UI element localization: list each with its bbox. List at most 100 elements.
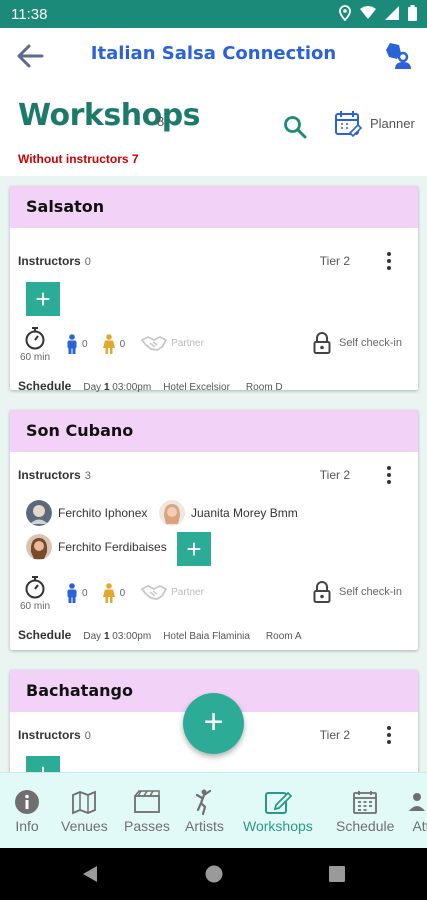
tier-label: Tier 2 xyxy=(319,728,350,742)
page-title: Workshops xyxy=(18,98,201,133)
instructors-label: Instructors xyxy=(18,254,81,268)
info-icon xyxy=(15,790,39,814)
tier-label: Tier 2 xyxy=(319,254,350,268)
nav-item-schedule[interactable]: Schedule xyxy=(336,789,394,834)
schedule-time: 03:00pm xyxy=(112,382,152,393)
signal-icon xyxy=(385,6,399,20)
self-checkin[interactable]: Self check-in xyxy=(313,581,402,603)
search-icon[interactable] xyxy=(282,114,308,140)
workshop-name: Salsaton xyxy=(10,186,418,228)
room-name: Room A xyxy=(265,631,302,642)
female-count: 0 xyxy=(119,587,126,599)
hotel-name: Hotel Baia Flaminia xyxy=(163,631,250,642)
day-number: 1 xyxy=(103,382,110,393)
schedule-row: Schedule Day 1 03:00pm Hotel Excelsior R… xyxy=(18,379,283,393)
bottom-navigation: Info Venues Passes Artists Workshops Sch… xyxy=(0,772,427,848)
more-options-icon[interactable] xyxy=(384,250,394,272)
day-prefix: Day xyxy=(83,631,102,642)
wifi-icon xyxy=(360,6,376,19)
nav-item-workshops[interactable]: Workshops xyxy=(243,789,313,834)
system-navigation-bar xyxy=(0,848,427,900)
add-instructor-button[interactable]: + xyxy=(26,282,60,316)
system-back-icon[interactable] xyxy=(82,865,98,883)
map-icon xyxy=(72,790,97,815)
female-icon xyxy=(102,334,115,354)
nav-item-venues[interactable]: Venues xyxy=(61,789,108,834)
nav-item-attendees[interactable]: Att xyxy=(408,789,427,834)
nav-item-artists[interactable]: Artists xyxy=(185,789,224,834)
nav-item-passes[interactable]: Passes xyxy=(124,789,170,834)
male-count: 0 xyxy=(82,338,88,350)
lock-icon xyxy=(313,332,331,354)
female-count: 0 xyxy=(119,338,126,350)
app-title: Italian Salsa Connection xyxy=(90,43,337,64)
schedule-time: 03:00pm xyxy=(112,631,152,642)
room-name: Room D xyxy=(245,382,283,393)
instructor-name: Juanita Morey Bmm xyxy=(191,506,298,520)
edit-icon xyxy=(264,791,292,814)
partner-label: Partner xyxy=(171,586,204,598)
status-time: 11:38 xyxy=(11,6,48,23)
instructor-chip[interactable]: Juanita Morey Bmm xyxy=(159,500,298,526)
hotel-name: Hotel Excelsior xyxy=(163,382,230,393)
tier-label: Tier 2 xyxy=(319,468,350,482)
nav-label: Att xyxy=(412,818,427,834)
planner-button[interactable]: Planner xyxy=(333,108,415,138)
ticket-icon xyxy=(134,790,160,813)
nav-label: Info xyxy=(15,818,39,834)
app-bar: Italian Salsa Connection xyxy=(0,28,427,84)
status-bar: 11:38 xyxy=(0,0,427,28)
instructor-name: Ferchito Iphonex xyxy=(58,506,148,520)
nav-label: Schedule xyxy=(336,818,395,834)
female-icon xyxy=(102,583,115,603)
stopwatch-icon xyxy=(25,327,45,350)
handshake-icon xyxy=(141,584,168,600)
instructors-count: 0 xyxy=(84,256,91,268)
workshop-list[interactable]: Salsaton Instructors 0 Tier 2 + 60 min 0 … xyxy=(0,176,427,772)
without-instructors-alert: Without instructors 7 xyxy=(18,152,139,166)
instructors-count: 3 xyxy=(84,470,91,482)
nav-label: Passes xyxy=(124,818,170,834)
instructors-label: Instructors xyxy=(18,468,81,482)
nav-label: Artists xyxy=(185,818,224,834)
workshop-stats: 60 min 0 0 Partner xyxy=(18,326,204,363)
planner-label: Planner xyxy=(370,115,415,131)
avatar xyxy=(26,534,52,560)
duration-label: 60 min xyxy=(19,352,50,363)
schedule-row: Schedule Day 1 03:00pm Hotel Baia Flamin… xyxy=(18,628,302,642)
stopwatch-icon xyxy=(25,576,45,599)
more-options-icon[interactable] xyxy=(384,724,394,746)
day-number: 1 xyxy=(103,631,110,642)
instructor-name: Ferchito Ferdibaises xyxy=(58,540,167,554)
nav-item-info[interactable]: Info xyxy=(14,789,40,834)
self-checkin-label: Self check-in xyxy=(339,337,402,349)
handshake-icon xyxy=(141,335,168,351)
more-options-icon[interactable] xyxy=(384,464,394,486)
instructors-row: Instructors 3 xyxy=(18,468,91,482)
instructors-row: Instructors 0 xyxy=(18,728,91,742)
planner-calendar-icon xyxy=(335,111,363,138)
lock-icon xyxy=(313,581,331,603)
male-count: 0 xyxy=(82,587,88,599)
duration-label: 60 min xyxy=(19,601,50,612)
add-instructor-button[interactable]: + xyxy=(177,532,211,566)
instructor-chip[interactable]: Ferchito Ferdibaises xyxy=(26,534,167,560)
system-recents-icon[interactable] xyxy=(329,866,345,882)
people-icon xyxy=(409,793,425,811)
workshop-card[interactable]: Salsaton Instructors 0 Tier 2 + 60 min 0 … xyxy=(10,186,418,393)
workshop-name: Son Cubano xyxy=(10,410,418,452)
system-home-icon[interactable] xyxy=(205,865,223,883)
day-prefix: Day xyxy=(83,382,102,393)
workshop-card[interactable]: Son Cubano Instructors 3 Tier 2 Ferchito … xyxy=(10,410,418,650)
nav-label: Workshops xyxy=(243,818,313,834)
schedule-label: Schedule xyxy=(18,628,72,642)
add-instructor-button[interactable]: + xyxy=(26,756,60,772)
battery-icon xyxy=(408,5,417,21)
schedule-label: Schedule xyxy=(18,379,72,393)
user-account-icon[interactable] xyxy=(383,40,413,70)
instructor-chip[interactable]: Ferchito Iphonex xyxy=(26,500,147,526)
instructors-count: 0 xyxy=(84,730,91,742)
self-checkin-label: Self check-in xyxy=(339,586,402,598)
self-checkin[interactable]: Self check-in xyxy=(313,332,402,354)
add-workshop-fab[interactable]: + xyxy=(183,693,244,754)
